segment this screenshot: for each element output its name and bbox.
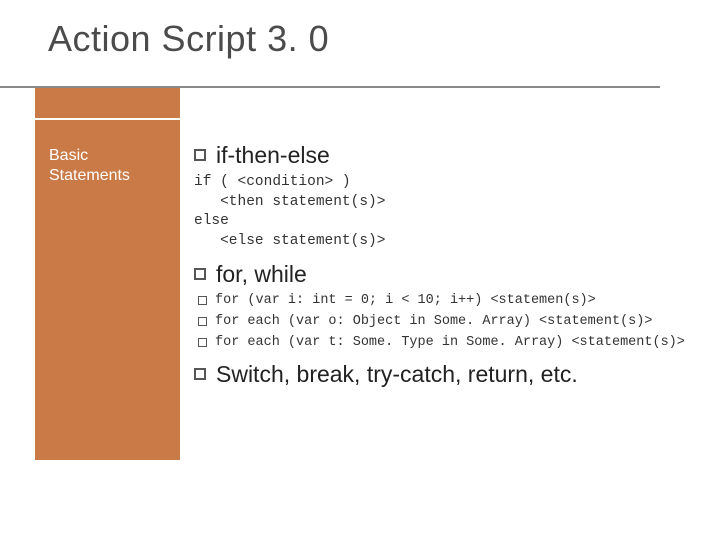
list-item: for each (var o: Object in Some. Array) … <box>198 313 690 332</box>
heading-switch-etc: Switch, break, try-catch, return, etc. <box>216 361 578 388</box>
slide-title: Action Script 3. 0 <box>48 18 720 60</box>
bullet-icon <box>194 368 206 380</box>
bullet-icon <box>198 338 207 347</box>
bullet-icon <box>194 268 206 280</box>
code-if-then-else: if ( <condition> ) <then statement(s)> e… <box>194 173 690 251</box>
sidebar-line2: Statements <box>49 167 130 184</box>
heading-if-then-else: if-then-else <box>216 142 330 169</box>
bullet-icon <box>194 149 206 161</box>
code-for-index: for (var i: int = 0; i < 10; i++) <state… <box>215 292 596 311</box>
sidebar-accent-top <box>35 88 180 118</box>
slide-body: Basic Statements if-then-else if ( <cond… <box>35 120 700 460</box>
bullet-icon <box>198 296 207 305</box>
sidebar: Basic Statements <box>35 120 180 460</box>
list-item: for (var i: int = 0; i < 10; i++) <state… <box>198 292 690 311</box>
sidebar-label: Basic Statements <box>49 146 168 186</box>
section-for-while: for, while <box>194 261 690 288</box>
list-item: for each (var t: Some. Type in Some. Arr… <box>198 334 690 353</box>
title-area: Action Script 3. 0 <box>0 0 720 68</box>
content-area: if-then-else if ( <condition> ) <then st… <box>180 120 700 460</box>
section-if-then-else: if-then-else <box>194 142 690 169</box>
code-foreach-type: for each (var t: Some. Type in Some. Arr… <box>215 334 685 353</box>
heading-for-while: for, while <box>216 261 307 288</box>
slide: Action Script 3. 0 Basic Statements if-t… <box>0 0 720 540</box>
bullet-icon <box>198 317 207 326</box>
sidebar-line1: Basic <box>49 147 88 164</box>
code-foreach-object: for each (var o: Object in Some. Array) … <box>215 313 652 332</box>
section-switch-etc: Switch, break, try-catch, return, etc. <box>194 361 690 388</box>
